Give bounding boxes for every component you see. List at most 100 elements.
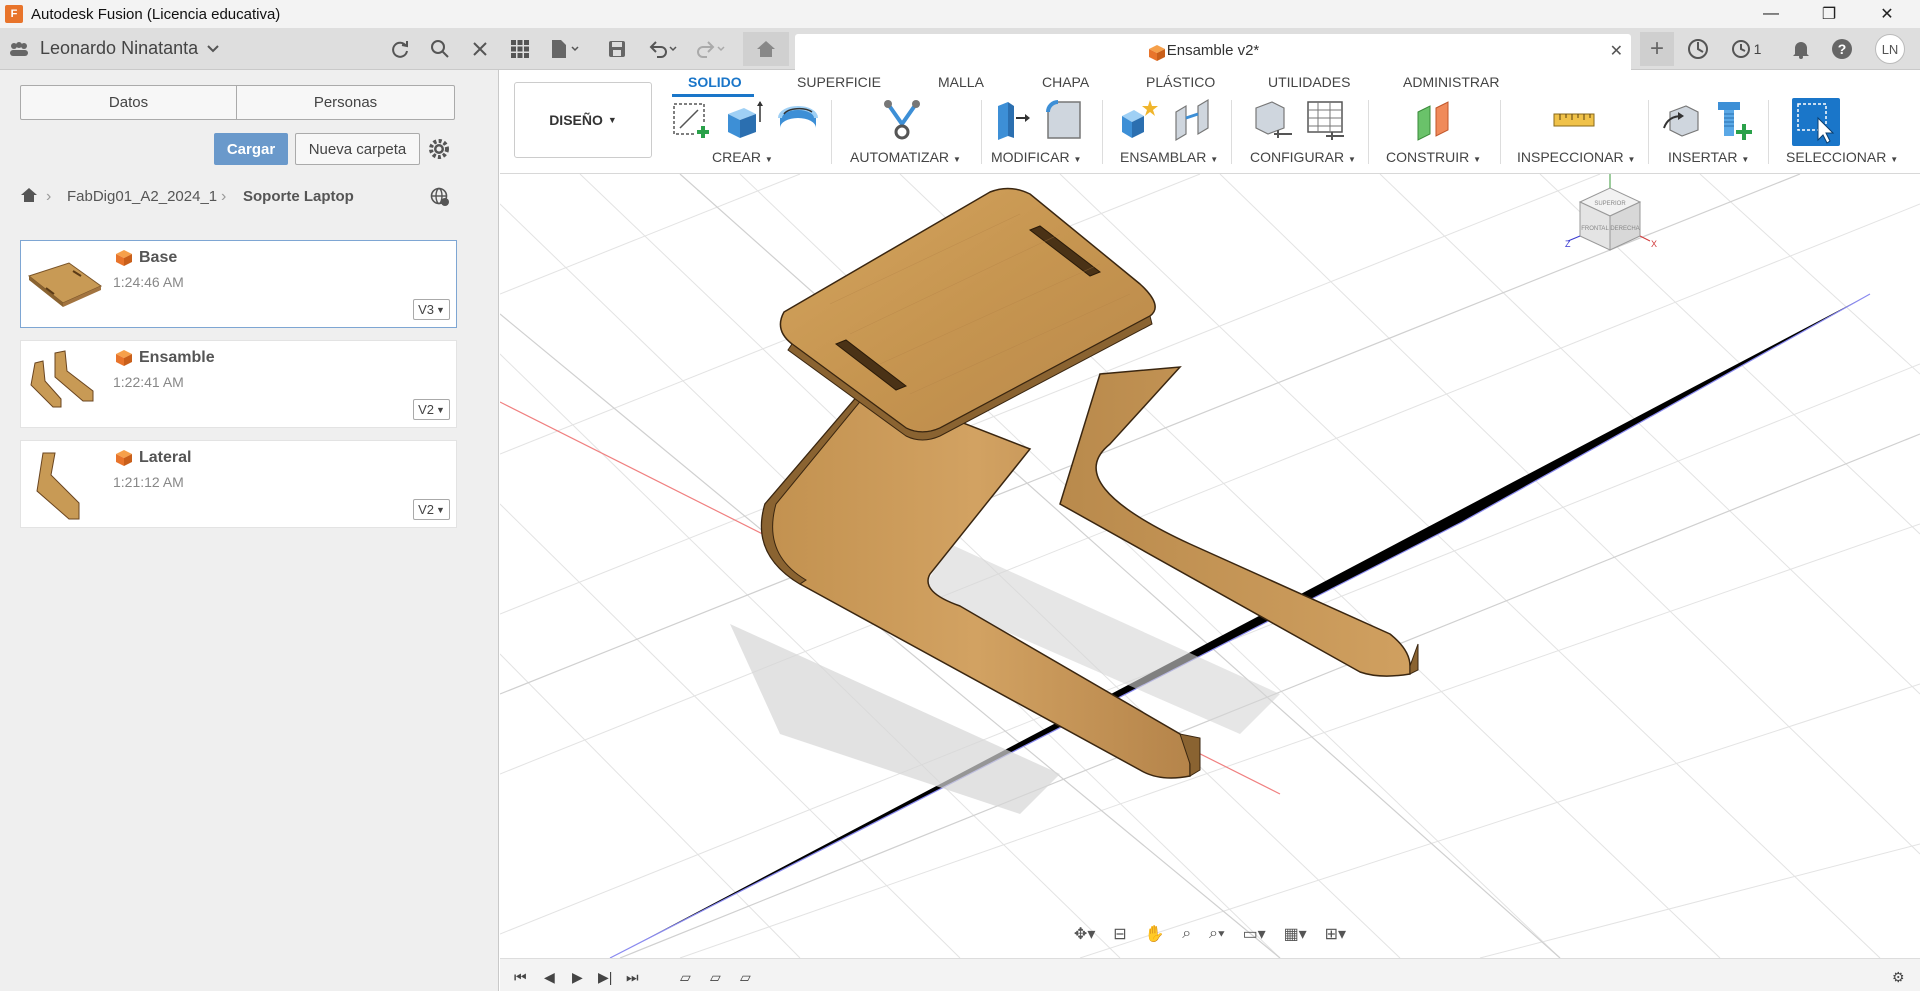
fit-zoom-icon[interactable]: ⌕▾: [1209, 925, 1225, 943]
viewcube[interactable]: SUPERIOR FRONTAL DERECHA Y Z X: [1560, 174, 1660, 268]
tab-datos[interactable]: Datos: [20, 85, 237, 120]
go-to-end-icon[interactable]: ⏭: [626, 969, 639, 986]
ribbon-separator: [1648, 100, 1649, 164]
group-configurar[interactable]: CONFIGURAR ▼: [1250, 149, 1356, 165]
group-ensamblar[interactable]: ENSAMBLAR ▼: [1120, 149, 1218, 165]
select-tool-button[interactable]: [1792, 98, 1840, 146]
document-tab[interactable]: Ensamble v2* ✕: [795, 34, 1631, 70]
zoom-icon[interactable]: ⌕: [1182, 925, 1191, 943]
tab-chapa[interactable]: CHAPA: [1042, 74, 1089, 90]
group-automatizar[interactable]: AUTOMATIZAR ▼: [850, 149, 961, 165]
automate-icon[interactable]: [880, 98, 924, 142]
grid-icon[interactable]: [507, 36, 533, 62]
close-window-button[interactable]: ✕: [1858, 0, 1916, 28]
version-badge[interactable]: V2 ▼: [413, 499, 450, 520]
timeline-settings-gear-icon[interactable]: ⚙: [1892, 969, 1905, 986]
list-item[interactable]: Lateral 1:21:12 AM V2 ▼: [20, 440, 457, 528]
offset-plane-icon[interactable]: [1412, 98, 1456, 142]
list-item[interactable]: Base 1:24:46 AM V3 ▼: [20, 240, 457, 328]
tab-superficie[interactable]: SUPERFICIE: [797, 74, 881, 90]
redo-icon[interactable]: [694, 36, 730, 62]
play-icon[interactable]: ▶: [572, 969, 583, 986]
display-settings-icon[interactable]: ▭▾: [1243, 924, 1266, 944]
new-component-icon[interactable]: [1118, 98, 1162, 142]
tab-personas[interactable]: Personas: [236, 85, 455, 120]
window-title: Autodesk Fusion (Licencia educativa): [31, 5, 281, 23]
caret-down-icon: ▼: [764, 155, 773, 164]
step-back-icon[interactable]: ◀: [544, 969, 555, 986]
viewports-icon[interactable]: ⊞▾: [1325, 924, 1346, 944]
home-icon[interactable]: [743, 32, 789, 66]
go-to-start-icon[interactable]: ⏮: [514, 969, 527, 986]
tab-solido[interactable]: SOLIDO: [688, 74, 742, 90]
new-tab-button[interactable]: +: [1640, 32, 1674, 66]
upload-button[interactable]: Cargar: [214, 133, 288, 165]
configure-table-icon[interactable]: [1304, 98, 1348, 142]
undo-icon[interactable]: [646, 36, 682, 62]
orbit-move-icon[interactable]: ✥▾: [1074, 924, 1095, 944]
group-insertar[interactable]: INSERTAR ▼: [1668, 149, 1749, 165]
create-sketch-icon[interactable]: [670, 98, 714, 142]
notifications-bell-icon[interactable]: [1788, 36, 1814, 62]
group-crear[interactable]: CREAR ▼: [712, 149, 773, 165]
job-status-icon[interactable]: 1: [1728, 36, 1764, 62]
help-icon[interactable]: ?: [1829, 36, 1855, 62]
breadcrumb-project[interactable]: FabDig01_A2_2024_1: [67, 188, 217, 205]
close-tab-button[interactable]: ✕: [1610, 41, 1623, 61]
globe-icon[interactable]: [430, 187, 450, 212]
breadcrumb-folder[interactable]: Soporte Laptop: [243, 188, 354, 205]
group-construir[interactable]: CONSTRUIR ▼: [1386, 149, 1481, 165]
list-item[interactable]: Ensamble 1:22:41 AM V2 ▼: [20, 340, 457, 428]
tab-malla[interactable]: MALLA: [938, 74, 984, 90]
restore-button[interactable]: ❐: [1800, 0, 1858, 28]
measure-icon[interactable]: [1552, 98, 1596, 142]
chevron-down-icon[interactable]: [200, 36, 226, 62]
look-at-icon[interactable]: ⊟: [1113, 924, 1126, 944]
joint-icon[interactable]: [1170, 98, 1214, 142]
avatar[interactable]: LN: [1875, 34, 1905, 64]
caret-down-icon: ▼: [435, 404, 445, 415]
extensions-icon[interactable]: [1685, 36, 1711, 62]
timeline-feature-icon[interactable]: ▱: [680, 969, 691, 986]
model-canvas[interactable]: [500, 174, 1920, 958]
viewcube-right-label: DERECHA: [1610, 226, 1639, 232]
tab-administrar[interactable]: ADMINISTRAR: [1403, 74, 1499, 90]
select-cursor-icon: [1797, 103, 1835, 144]
viewcube-top-label: SUPERIOR: [1594, 201, 1626, 207]
step-forward-icon[interactable]: ▶|: [598, 969, 612, 986]
press-pull-icon[interactable]: [990, 98, 1034, 142]
version-badge[interactable]: V3 ▼: [413, 299, 450, 320]
extrude-icon[interactable]: [722, 98, 766, 142]
save-icon[interactable]: [604, 36, 630, 62]
timeline-feature-icon[interactable]: ▱: [710, 969, 721, 986]
timeline-feature-icon[interactable]: ▱: [740, 969, 751, 986]
grid-settings-icon[interactable]: ▦▾: [1284, 924, 1307, 944]
minimize-button[interactable]: —: [1742, 0, 1800, 28]
search-icon[interactable]: [427, 36, 453, 62]
insert-derive-icon[interactable]: [1660, 98, 1704, 142]
group-seleccionar[interactable]: SELECCIONAR ▼: [1786, 149, 1898, 165]
revolve-icon[interactable]: [776, 98, 820, 142]
pan-hand-icon[interactable]: ✋: [1144, 924, 1164, 944]
insert-mcmaster-icon[interactable]: [1712, 98, 1756, 142]
user-name[interactable]: Leonardo Ninatanta: [40, 38, 198, 59]
new-folder-button[interactable]: Nueva carpeta: [295, 133, 420, 165]
fillet-icon[interactable]: [1042, 98, 1086, 142]
group-modificar[interactable]: MODIFICAR ▼: [991, 149, 1081, 165]
breadcrumb-separator-icon: ›: [46, 188, 52, 205]
file-icon[interactable]: [548, 36, 584, 62]
tab-utilidades[interactable]: UTILIDADES: [1268, 74, 1350, 90]
change-parameters-icon[interactable]: [1252, 98, 1296, 142]
refresh-icon[interactable]: [387, 36, 413, 62]
workspace-selector[interactable]: DISEÑO ▼: [514, 82, 652, 158]
version-label: V2: [418, 402, 434, 417]
team-icon[interactable]: [6, 36, 32, 62]
close-icon[interactable]: [467, 36, 493, 62]
canvas-viewport[interactable]: SUPERIOR FRONTAL DERECHA Y Z X ✥▾ ⊟ ✋ ⌕ …: [500, 174, 1920, 958]
version-badge[interactable]: V2 ▼: [413, 399, 450, 420]
group-label: MODIFICAR: [991, 149, 1070, 165]
home-icon[interactable]: [20, 187, 38, 208]
group-inspeccionar[interactable]: INSPECCIONAR ▼: [1517, 149, 1635, 165]
tab-plastico[interactable]: PLÁSTICO: [1146, 74, 1215, 90]
settings-gear-icon[interactable]: [428, 138, 450, 165]
